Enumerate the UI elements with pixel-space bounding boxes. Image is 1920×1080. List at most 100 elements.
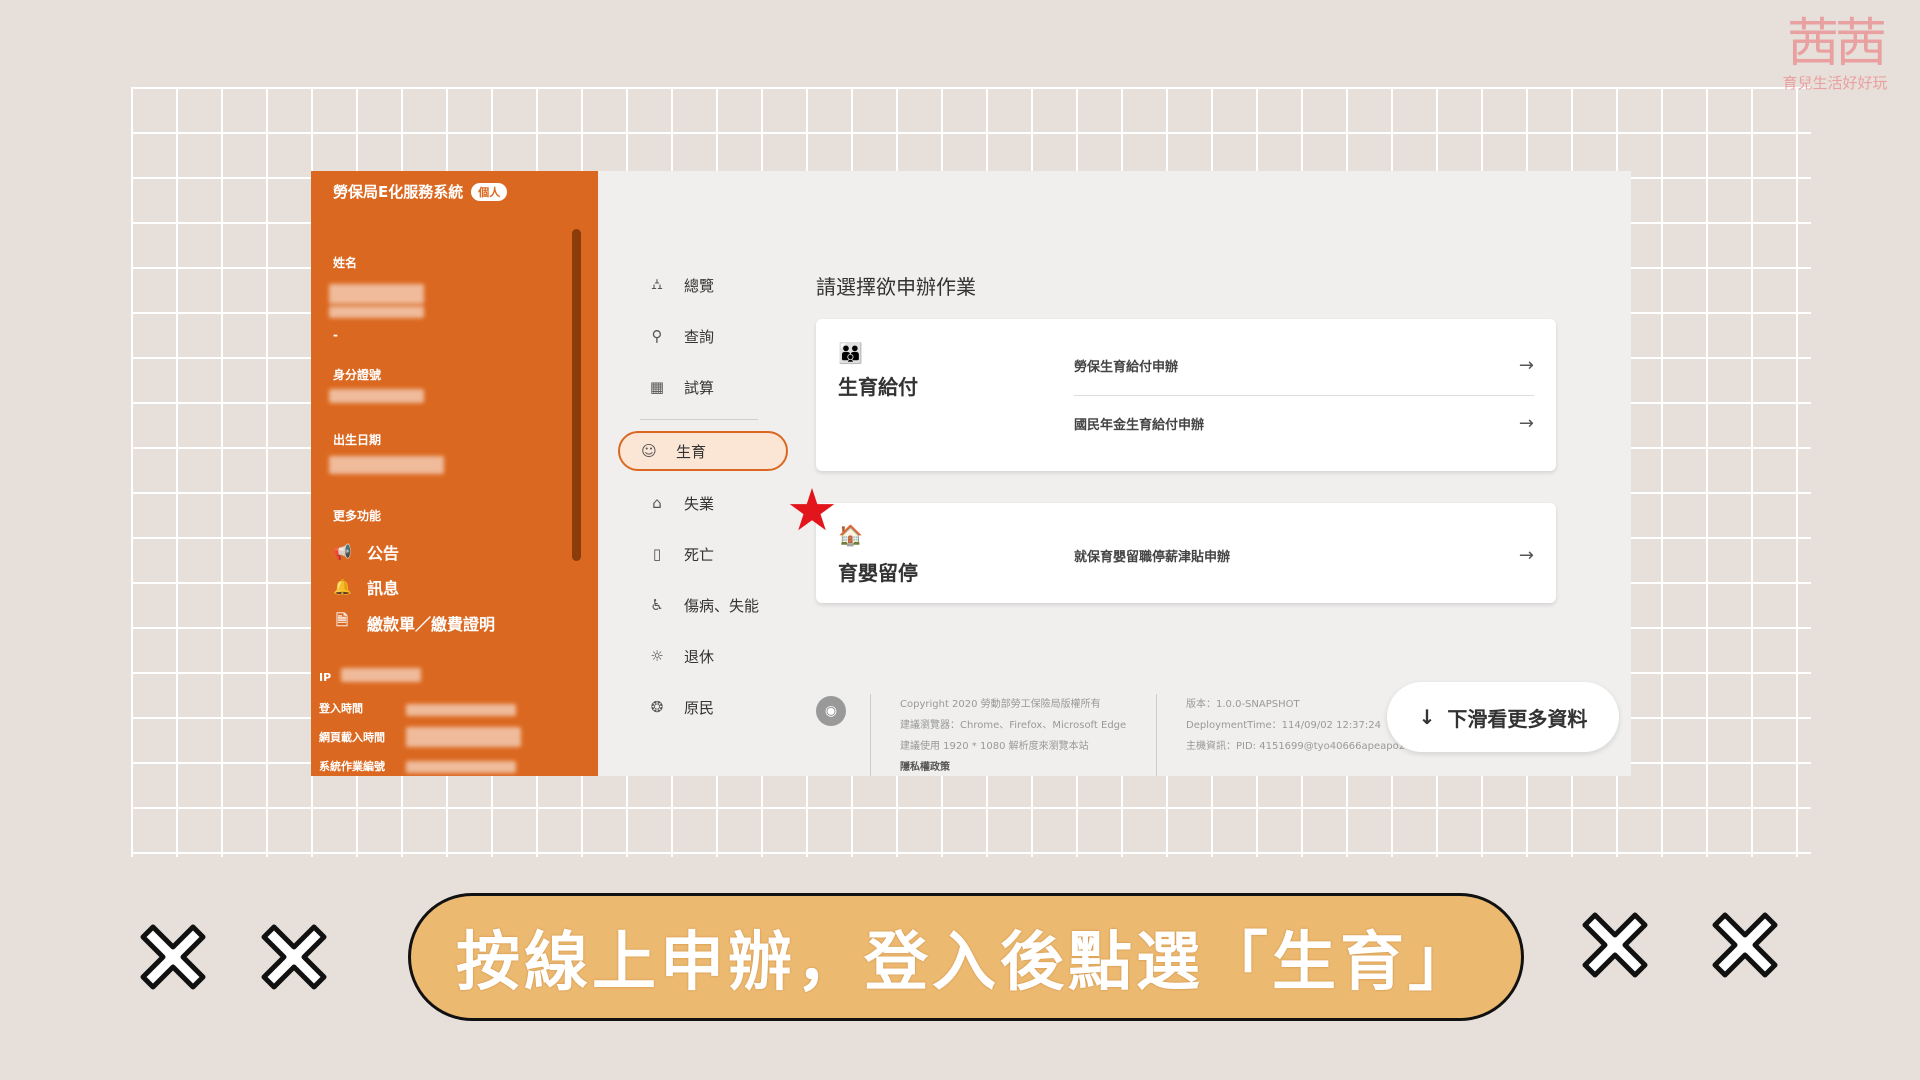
card-maternity-benefit: 👪 生育給付 勞保生育給付申辦 → 國民年金生育給付申辦 → [816, 319, 1556, 471]
megaphone-icon: 📢 [333, 543, 352, 561]
nav-item-label: 退休 [684, 647, 715, 666]
nav-item-retirement[interactable]: ☼ 退休 [628, 636, 798, 676]
page-load-time-redacted [406, 727, 521, 747]
caption-text: 按線上申辦，登入後點選「生育」 [456, 926, 1476, 1000]
ip-label: IP [319, 671, 332, 684]
nav-item-aboriginal[interactable]: ❂ 原民 [628, 687, 798, 727]
nav-divider [640, 419, 758, 420]
login-time-label: 登入時間 [319, 702, 363, 715]
privacy-policy-link[interactable]: 隱私權政策 [900, 757, 1126, 776]
unemployment-icon: ⌂ [652, 494, 662, 512]
page-title: 請選擇欲申辦作業 [816, 275, 976, 299]
footer-separator [870, 694, 871, 776]
nav-item-overview[interactable]: ⛼ 總覽 [628, 265, 798, 305]
nav-item-label: 總覽 [684, 276, 715, 295]
nav-item-label: 原民 [684, 698, 715, 717]
x-mark-icon [261, 924, 327, 990]
account-type-badge: 個人 [471, 182, 508, 201]
nav-item-calculator[interactable]: ▦ 試算 [628, 367, 798, 407]
nav-item-label: 查詢 [684, 327, 715, 346]
sidebar: 勞保局E化服務系統 個人 姓名 - 身分證號 出生日期 更多功能 📢 公告 🔔 … [311, 171, 598, 776]
card-title: 生育給付 [838, 375, 918, 399]
nav-item-label: 失業 [684, 494, 715, 513]
link-label: 勞保生育給付申辦 [1074, 360, 1179, 375]
ip-value-redacted [341, 668, 421, 682]
nav-item-death[interactable]: ▯ 死亡 [628, 534, 798, 574]
link-label: 就保育嬰留職停薪津貼申辦 [1074, 550, 1231, 565]
retirement-icon: ☼ [650, 647, 664, 665]
link-pension-maternity-benefit[interactable]: 國民年金生育給付申辦 → [1074, 413, 1534, 434]
card-title: 育嬰留停 [838, 561, 918, 585]
baby-icon: ☺ [641, 442, 657, 460]
injury-icon: ♿ [650, 596, 664, 614]
instruction-caption: 按線上申辦，登入後點選「生育」 [408, 893, 1524, 1021]
sidebar-item-label: 繳款單／繳費證明 [367, 614, 496, 634]
link-parental-leave-allowance[interactable]: 就保育嬰留職停薪津貼申辦 → [1074, 545, 1534, 566]
footer-deployment: DeploymentTime：114/09/02 12:37:24 [1186, 720, 1382, 731]
x-mark-icon [1582, 912, 1648, 978]
calculator-icon: ▦ [649, 378, 665, 396]
id-value-redacted [329, 389, 424, 403]
footer-separator [1156, 694, 1157, 776]
search-icon: ⚲ [651, 327, 663, 345]
nav-item-label: 死亡 [684, 545, 715, 564]
nav-item-search[interactable]: ⚲ 查詢 [628, 316, 798, 356]
nav-item-label: 傷病、失能 [684, 596, 760, 615]
overview-icon: ⛼ [651, 275, 663, 293]
family-icon: 👪 [838, 341, 863, 365]
nav-item-injury[interactable]: ♿ 傷病、失能 [628, 585, 798, 625]
sidebar-item-payment[interactable]: 🗎 繳款單／繳費證明 [333, 610, 495, 635]
id-label: 身分證號 [333, 368, 382, 382]
document-icon: 🗎 [335, 611, 349, 629]
parental-leave-icon: 🏠 [838, 523, 863, 547]
card-parental-leave: 🏠 育嬰留停 就保育嬰留職停薪津貼申辦 → [816, 503, 1556, 603]
name-label: 姓名 [333, 256, 358, 270]
system-id-label: 系統作業編號 [319, 760, 385, 773]
app-title-text: 勞保局E化服務系統 [333, 183, 464, 201]
nav-item-label: 試算 [684, 378, 715, 397]
highlight-star-icon: ★ [786, 476, 838, 544]
page-load-time-label: 網頁載入時間 [319, 731, 385, 744]
death-icon: ▯ [652, 545, 662, 563]
footer-left: Copyright 2020 勞動部勞工保險局版權所有 建議瀏覽器：Chrome… [900, 694, 1126, 776]
footer-version: 版本：1.0.0-SNAPSHOT [1186, 699, 1300, 710]
name-dash: - [333, 328, 338, 342]
nav-item-maternity[interactable]: ☺ 生育 [618, 431, 788, 471]
bli-logo-icon: ◉ [816, 696, 846, 726]
footer-resolution: 建議使用 1920 * 1080 解析度來瀏覽本站 [900, 741, 1089, 752]
bell-icon: 🔔 [333, 578, 352, 596]
scroll-more-label: 下滑看更多資料 [1447, 706, 1588, 731]
scroll-more-button[interactable]: ↓ 下滑看更多資料 [1387, 682, 1619, 752]
arrow-right-icon: → [1518, 355, 1534, 376]
app-title: 勞保局E化服務系統 個人 [333, 181, 508, 202]
brand-logo: 茜茜 育兒生活好好玩 [1780, 18, 1890, 93]
footer-right: 版本：1.0.0-SNAPSHOT DeploymentTime：114/09/… [1186, 694, 1405, 757]
more-functions-label: 更多功能 [333, 509, 382, 523]
name-value-redacted [329, 284, 424, 304]
arrow-right-icon: → [1518, 545, 1534, 566]
footer-copyright: Copyright 2020 勞動部勞工保險局版權所有 [900, 699, 1101, 710]
arrow-down-icon: ↓ [1418, 705, 1436, 729]
sidebar-item-messages[interactable]: 🔔 訊息 [333, 575, 399, 599]
sidebar-item-label: 公告 [367, 544, 400, 563]
card-divider [1074, 395, 1534, 396]
aboriginal-icon: ❂ [650, 698, 664, 716]
link-labor-maternity-benefit[interactable]: 勞保生育給付申辦 → [1074, 355, 1534, 376]
sidebar-item-announcement[interactable]: 📢 公告 [333, 540, 399, 564]
x-mark-icon [140, 924, 206, 990]
x-mark-icon [1712, 912, 1778, 978]
sidebar-item-label: 訊息 [367, 579, 400, 598]
arrow-right-icon: → [1518, 413, 1534, 434]
birth-label: 出生日期 [333, 433, 382, 447]
nav-item-unemployment[interactable]: ⌂ 失業 [628, 483, 798, 523]
logo-tagline: 育兒生活好好玩 [1782, 74, 1888, 92]
login-time-redacted [406, 704, 516, 716]
birth-value-redacted [329, 456, 444, 474]
link-label: 國民年金生育給付申辦 [1074, 418, 1205, 433]
nav-item-label: 生育 [676, 442, 707, 461]
footer-host: 主機資訊：PID: 4151699@tyo40666apeapo2 [1186, 741, 1406, 752]
logo-mark: 茜茜 [1786, 14, 1887, 74]
sidebar-scrollbar[interactable] [572, 229, 581, 561]
footer-browser: 建議瀏覽器：Chrome、Firefox、Microsoft Edge [900, 720, 1127, 731]
system-id-redacted [406, 761, 516, 773]
